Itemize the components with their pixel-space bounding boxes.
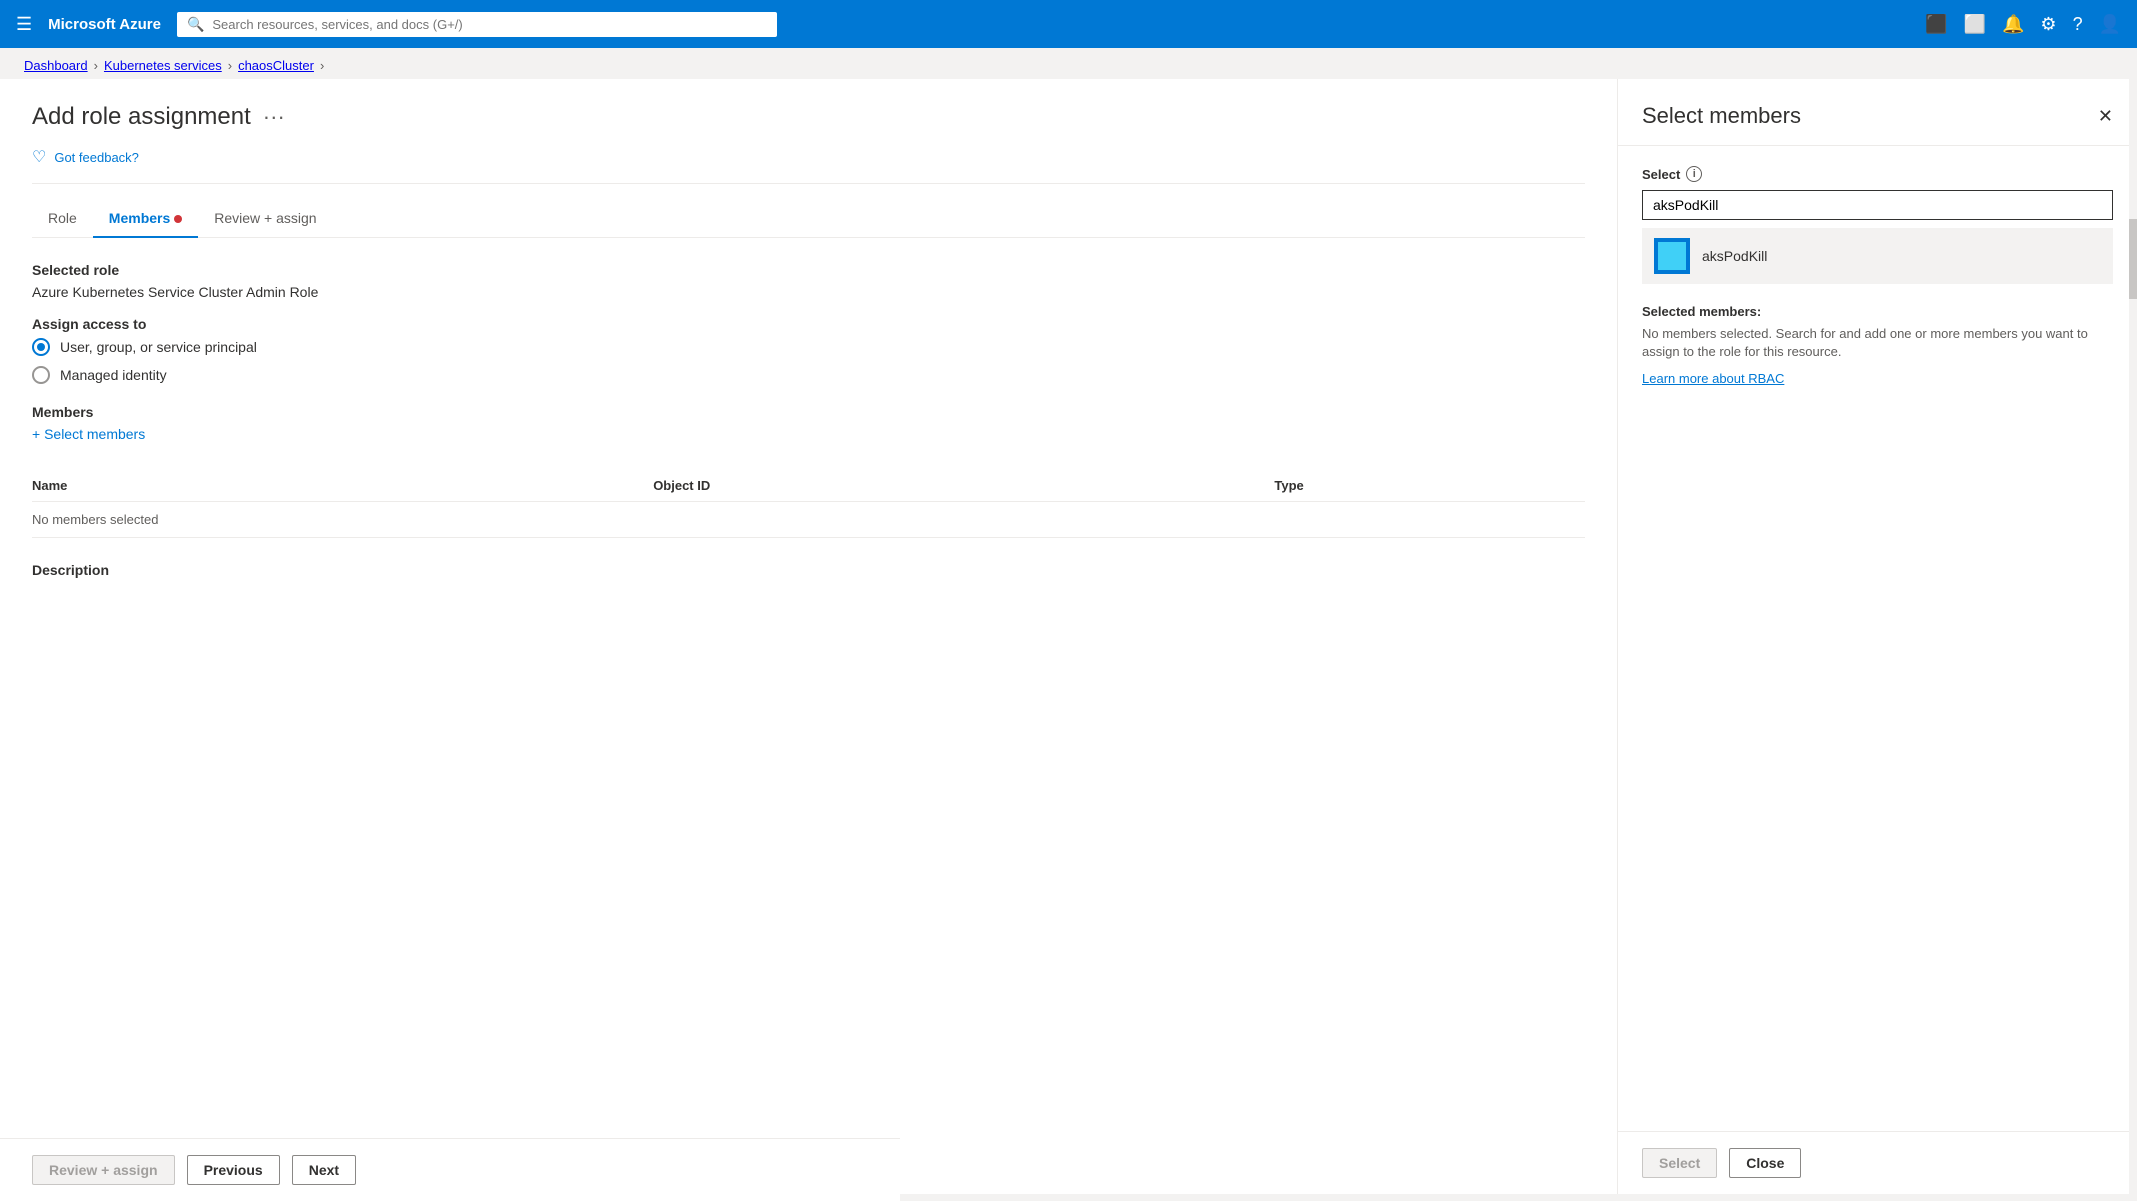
panel-header: Select members ✕	[1618, 79, 2137, 146]
table-header: Name Object ID Type	[32, 470, 1585, 502]
right-panel: Select members ✕ Select i aksPodKill Sel…	[1617, 79, 2137, 1194]
radio-managed-identity[interactable]: Managed identity	[32, 366, 1585, 384]
description-label: Description	[32, 562, 1585, 578]
radio-label-managed: Managed identity	[60, 367, 167, 383]
review-assign-button[interactable]: Review + assign	[32, 1155, 175, 1185]
panel-body: Select i aksPodKill Selected members: No…	[1618, 146, 2137, 1131]
assign-access-radio-group: User, group, or service principal Manage…	[32, 338, 1585, 384]
table-row: No members selected	[32, 502, 1585, 538]
breadcrumb-dashboard[interactable]: Dashboard	[24, 58, 88, 73]
panel-select-button[interactable]: Select	[1642, 1148, 1717, 1178]
col-type: Type	[1274, 478, 1585, 493]
select-label: Select i	[1642, 166, 2113, 182]
rbac-link[interactable]: Learn more about RBAC	[1642, 371, 2113, 386]
result-icon	[1654, 238, 1690, 274]
search-icon: 🔍	[187, 16, 204, 33]
assign-access-label: Assign access to	[32, 316, 1585, 332]
page-title: Add role assignment	[32, 103, 251, 131]
scrollbar-thumb	[2129, 219, 2137, 299]
breadcrumb: Dashboard › Kubernetes services › chaosC…	[0, 48, 2137, 79]
more-options-icon[interactable]: ···	[263, 104, 285, 130]
tab-review-assign[interactable]: Review + assign	[198, 200, 332, 238]
help-icon[interactable]: ?	[2073, 14, 2083, 35]
hamburger-menu-button[interactable]: ☰	[16, 14, 32, 35]
main-layout: Add role assignment ··· ♡ Got feedback? …	[0, 79, 2137, 1194]
select-members-button[interactable]: + Select members	[32, 426, 145, 442]
breadcrumb-kubernetes[interactable]: Kubernetes services	[104, 58, 222, 73]
members-section: Members + Select members	[32, 404, 1585, 442]
col-name: Name	[32, 478, 653, 493]
panel-close-button[interactable]: ✕	[2098, 106, 2113, 127]
members-label: Members	[32, 404, 1585, 420]
members-search-input[interactable]	[1642, 190, 2113, 220]
heart-icon: ♡	[32, 147, 46, 167]
notifications-icon[interactable]: 🔔	[2002, 14, 2024, 35]
tab-role[interactable]: Role	[32, 200, 93, 238]
empty-row-text: No members selected	[32, 512, 653, 527]
members-table: Name Object ID Type No members selected	[32, 470, 1585, 538]
selected-members-desc: No members selected. Search for and add …	[1642, 325, 2113, 361]
settings-icon[interactable]: ⚙	[2040, 14, 2056, 35]
selected-members-title: Selected members:	[1642, 304, 2113, 319]
breadcrumb-cluster[interactable]: chaosCluster	[238, 58, 314, 73]
search-bar: 🔍	[177, 12, 777, 37]
radio-circle-managed	[32, 366, 50, 384]
bottom-bar: Review + assign Previous Next	[0, 1138, 900, 1194]
feedback-bar[interactable]: ♡ Got feedback?	[32, 147, 1585, 184]
scrollbar-track[interactable]	[2129, 79, 2137, 1194]
directory-icon[interactable]: ⬜	[1964, 14, 1986, 35]
members-dot	[174, 215, 182, 223]
description-section: Description	[32, 562, 1585, 584]
panel-title: Select members	[1642, 103, 1801, 129]
selected-members-info: Selected members: No members selected. S…	[1642, 304, 2113, 386]
page-title-row: Add role assignment ···	[32, 103, 1585, 131]
search-input[interactable]	[212, 17, 767, 32]
tabs-bar: Role Members Review + assign	[32, 200, 1585, 238]
result-icon-inner	[1658, 242, 1686, 270]
result-name: aksPodKill	[1702, 248, 1767, 264]
tab-members[interactable]: Members	[93, 200, 198, 238]
search-result-item[interactable]: aksPodKill	[1642, 228, 2113, 284]
col-object-id: Object ID	[653, 478, 1274, 493]
radio-user-group[interactable]: User, group, or service principal	[32, 338, 1585, 356]
left-panel: Add role assignment ··· ♡ Got feedback? …	[0, 79, 1617, 1194]
top-navigation: ☰ Microsoft Azure 🔍 ⬛ ⬜ 🔔 ⚙ ? 👤	[0, 0, 2137, 48]
feedback-label: Got feedback?	[54, 150, 139, 165]
info-icon[interactable]: i	[1686, 166, 1702, 182]
panel-close-button-footer[interactable]: Close	[1729, 1148, 1801, 1178]
brand-name: Microsoft Azure	[48, 16, 161, 33]
next-button[interactable]: Next	[292, 1155, 356, 1185]
previous-button[interactable]: Previous	[187, 1155, 280, 1185]
radio-circle-user-group	[32, 338, 50, 356]
selected-role-value: Azure Kubernetes Service Cluster Admin R…	[32, 284, 1585, 300]
cloud-shell-icon[interactable]: ⬛	[1925, 14, 1947, 35]
nav-icons: ⬛ ⬜ 🔔 ⚙ ? 👤	[1925, 14, 2121, 35]
panel-footer: Select Close	[1618, 1131, 2137, 1194]
account-icon[interactable]: 👤	[2099, 14, 2121, 35]
radio-label-user-group: User, group, or service principal	[60, 339, 257, 355]
selected-role-label: Selected role	[32, 262, 1585, 278]
